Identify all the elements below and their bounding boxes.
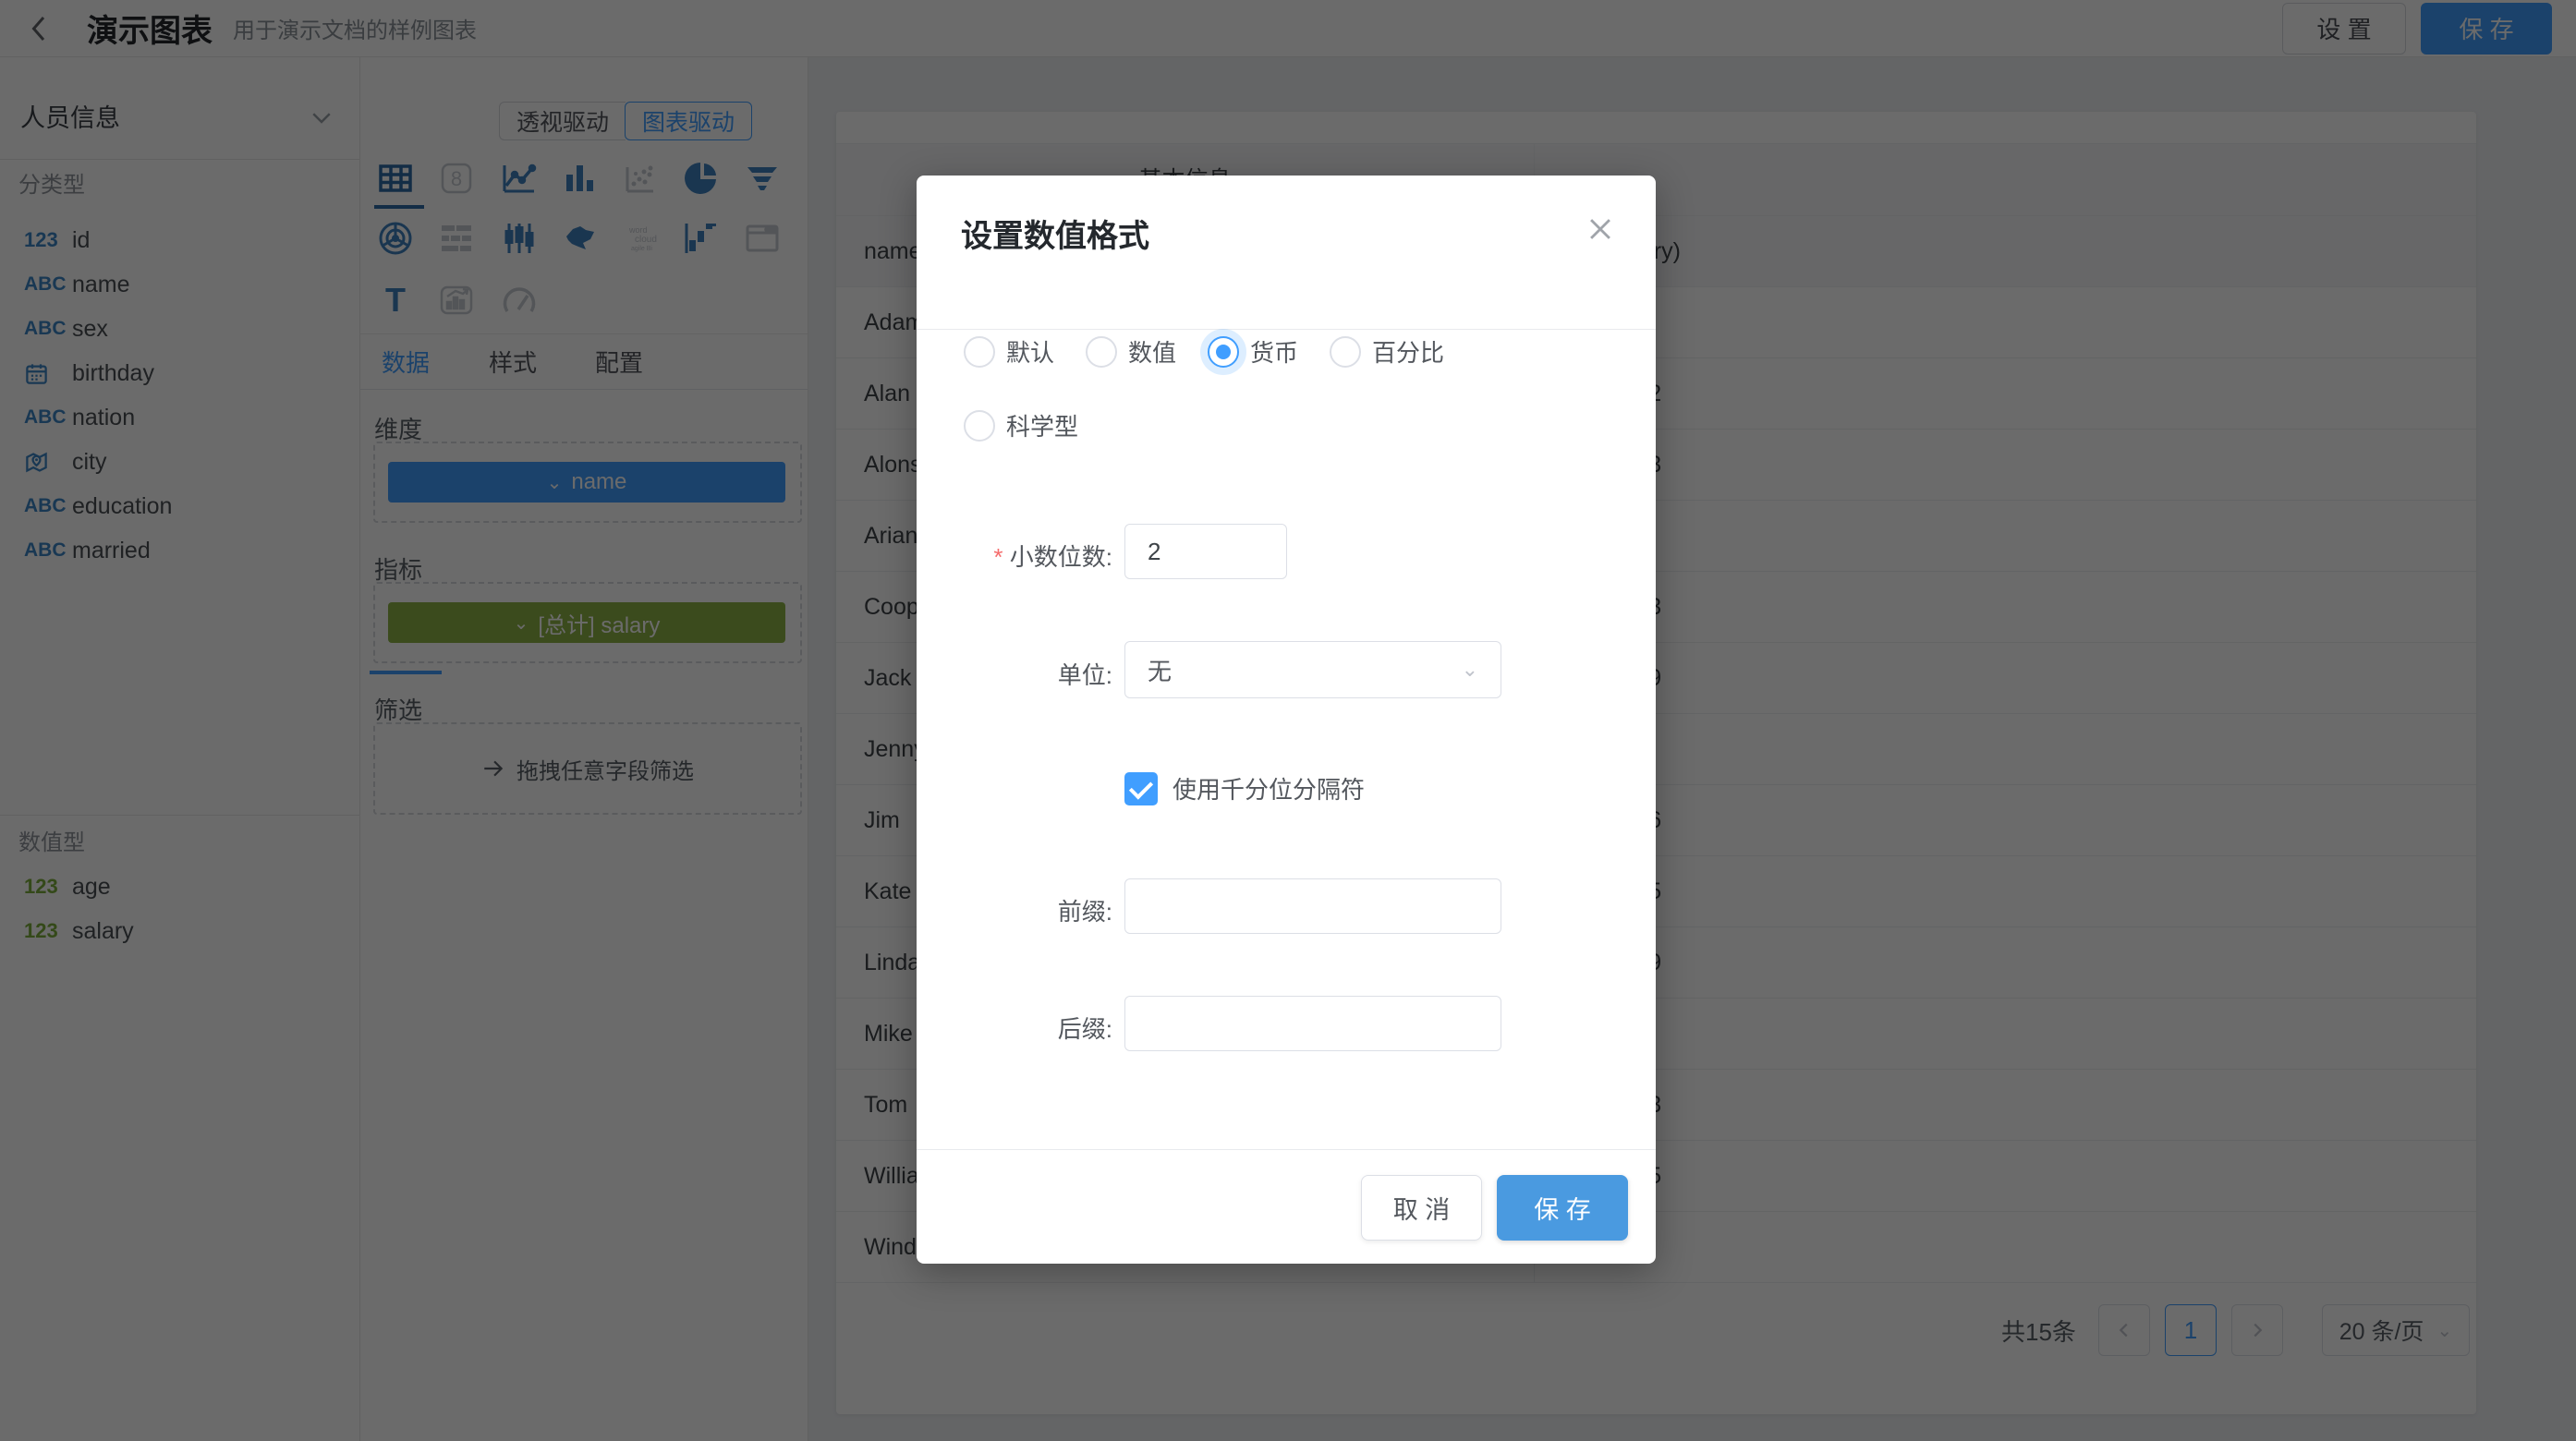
radio-label: 科学型 (1006, 408, 1078, 442)
decimal-places-label: 小数位数: (917, 539, 1112, 573)
unit-value: 无 (1148, 653, 1172, 687)
checkbox-checked-icon[interactable] (1124, 772, 1158, 805)
suffix-label: 后缀: (917, 1011, 1112, 1045)
close-icon (1585, 213, 1616, 245)
radio-icon (964, 410, 995, 442)
close-button[interactable] (1580, 209, 1621, 249)
radio-icon (964, 336, 995, 368)
prefix-label: 前缀: (917, 893, 1112, 927)
radio-label: 数值 (1128, 334, 1176, 369)
thousands-separator-option[interactable]: 使用千分位分隔符 (1124, 771, 1365, 805)
format-radio-group-row2: 科学型 (964, 408, 1078, 442)
format-radio-科学型[interactable]: 科学型 (964, 408, 1078, 442)
radio-label: 百分比 (1372, 334, 1444, 369)
decimal-places-input[interactable]: 2 (1124, 524, 1287, 579)
cancel-button[interactable]: 取 消 (1361, 1175, 1482, 1241)
dialog-save-button[interactable]: 保 存 (1497, 1175, 1628, 1241)
thousands-separator-label: 使用千分位分隔符 (1173, 771, 1365, 805)
radio-label: 货币 (1250, 334, 1298, 369)
format-radio-货币[interactable]: 货币 (1208, 334, 1298, 369)
dialog-title: 设置数值格式 (961, 211, 1149, 256)
format-radio-百分比[interactable]: 百分比 (1330, 334, 1444, 369)
divider (917, 1149, 1656, 1150)
prefix-input[interactable] (1124, 878, 1501, 934)
suffix-input[interactable] (1124, 996, 1501, 1051)
radio-icon (1208, 336, 1239, 368)
radio-label: 默认 (1006, 334, 1054, 369)
format-radio-默认[interactable]: 默认 (964, 334, 1054, 369)
unit-select[interactable]: 无 ⌄ (1124, 641, 1501, 698)
format-radio-数值[interactable]: 数值 (1086, 334, 1176, 369)
number-format-dialog: 设置数值格式 默认 数值 货币 百分比 科学型 小数位数: 2 单位: 无 ⌄ 使用千… (917, 176, 1656, 1264)
format-radio-group: 默认 数值 货币 百分比 (964, 334, 1444, 369)
radio-icon (1330, 336, 1361, 368)
divider (917, 329, 1656, 330)
unit-label: 单位: (917, 657, 1112, 691)
app-root: 演示图表 用于演示文档的样例图表 设 置 保 存 人员信息 分类型 123idA… (0, 0, 2576, 1441)
chevron-down-icon: ⌄ (1462, 658, 1478, 682)
radio-icon (1086, 336, 1117, 368)
